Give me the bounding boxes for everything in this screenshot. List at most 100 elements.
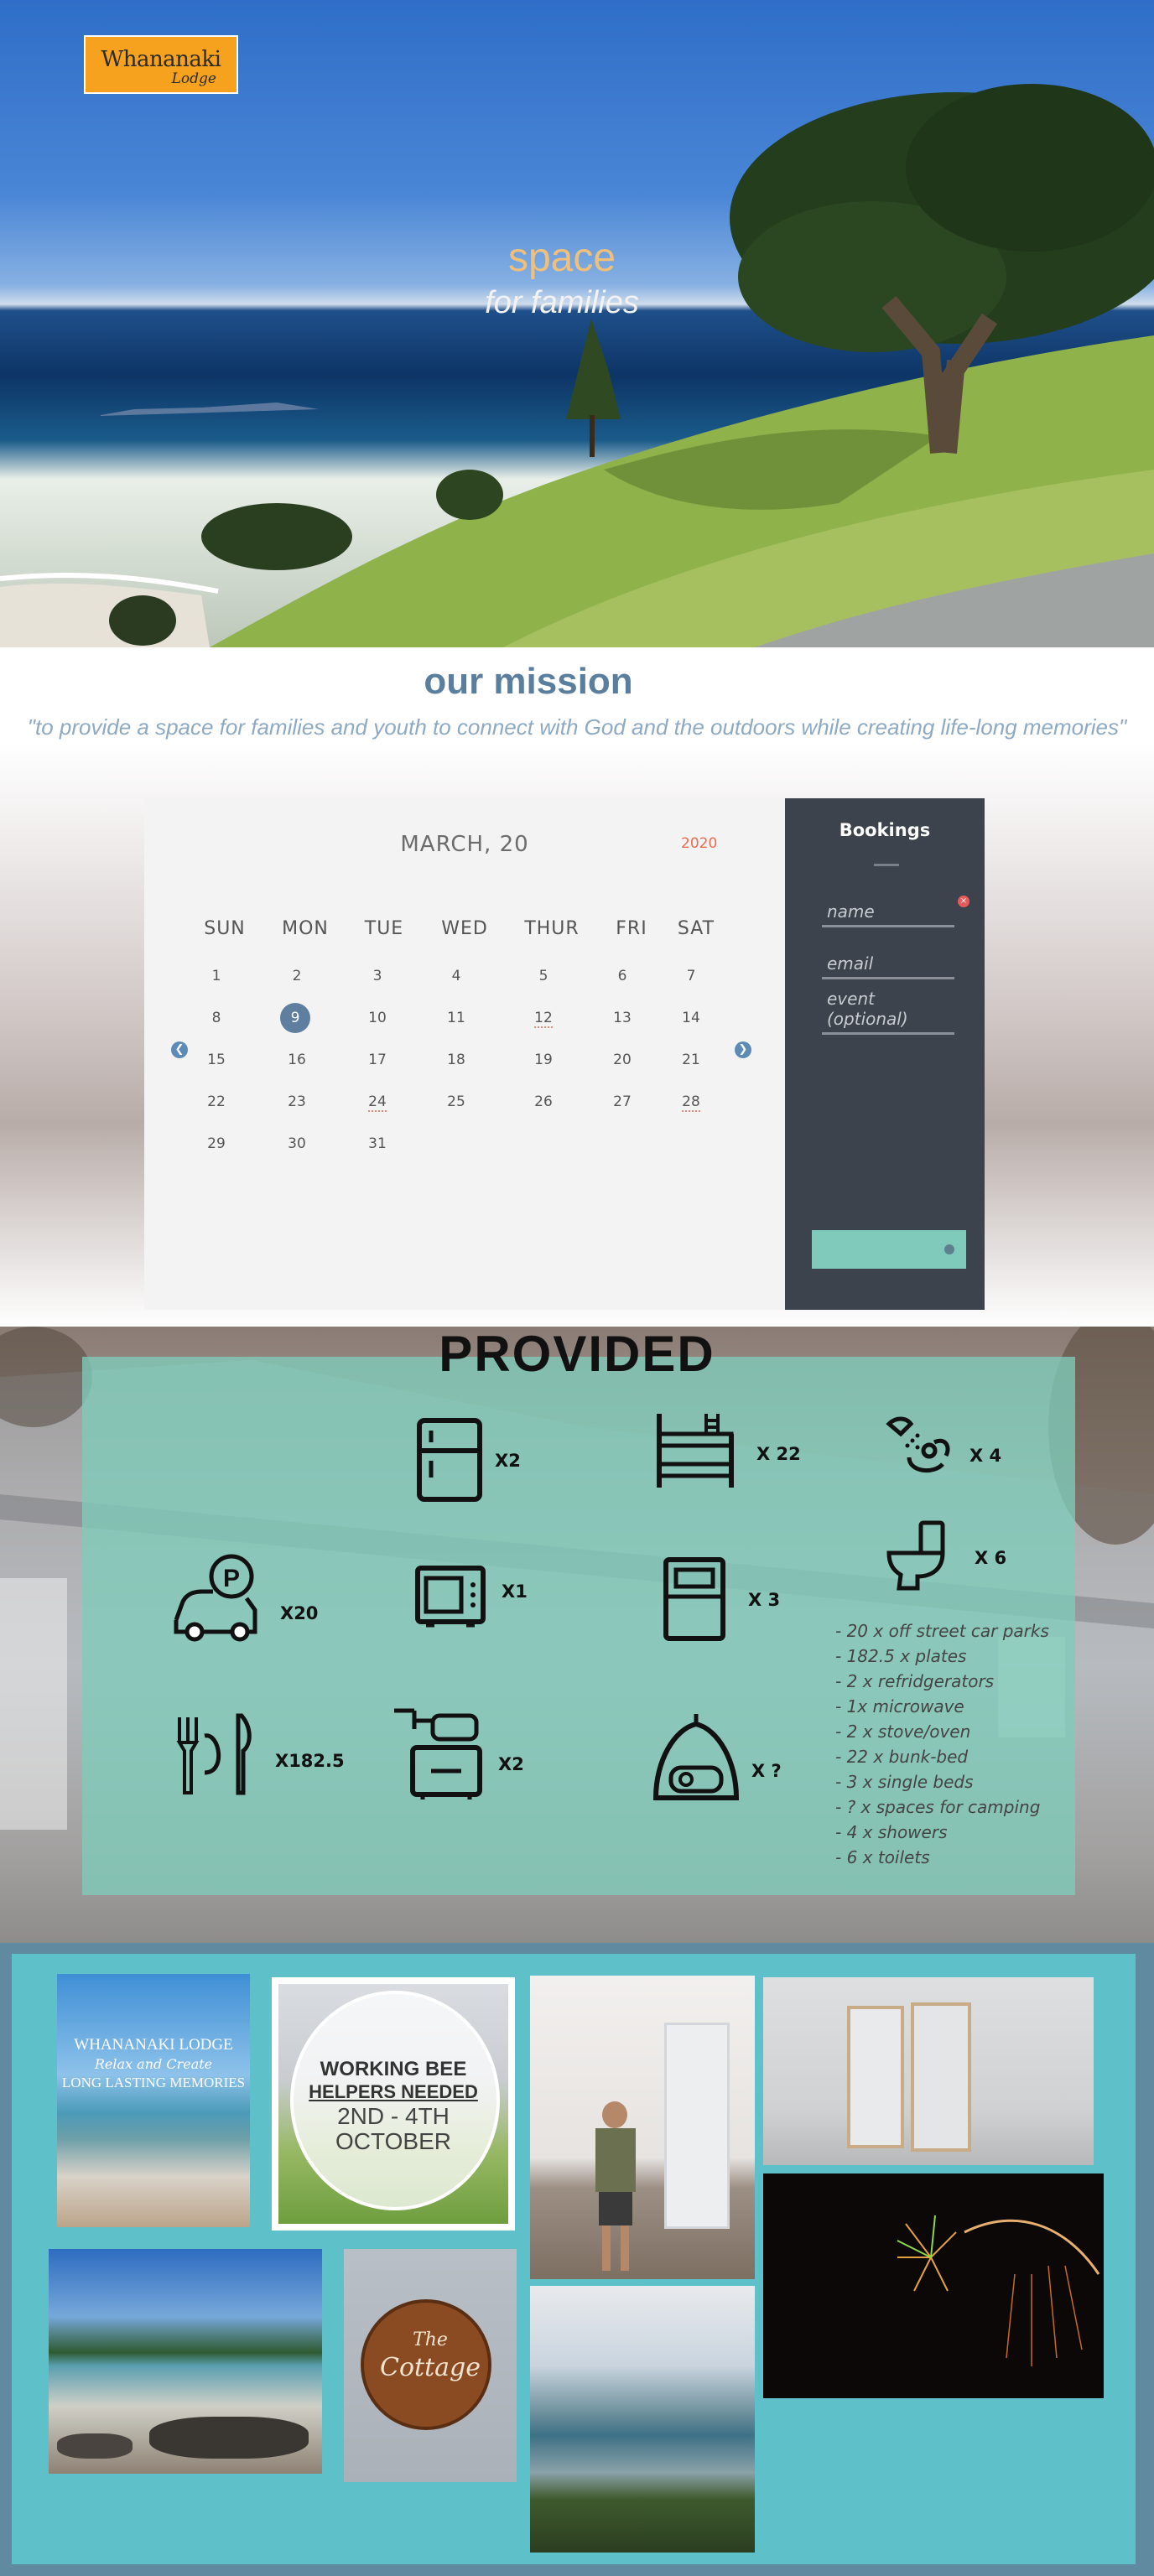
gallery-photo-working-bee[interactable]: WORKING BEE HELPERS NEEDED 2ND - 4TH OCT… xyxy=(272,1977,515,2231)
hero-tagline-sub: for families xyxy=(485,285,639,320)
calendar-day[interactable]: 4 xyxy=(439,961,473,991)
amenity-list-item: - 22 x bunk-bed xyxy=(835,1747,969,1767)
calendar-day[interactable]: 22 xyxy=(200,1087,233,1117)
calendar-day[interactable]: 24 xyxy=(361,1087,394,1117)
weekday-sat: SAT xyxy=(677,918,715,939)
chevron-left-icon[interactable]: ❮ xyxy=(171,1041,188,1058)
gallery-photo-coastal-view[interactable] xyxy=(530,2286,755,2553)
plate-cutlery-icon xyxy=(176,1713,252,1795)
calendar-day-number: 10 xyxy=(368,1010,387,1026)
calendar-day[interactable]: 3 xyxy=(361,961,394,991)
microwave-count: X1 xyxy=(502,1581,528,1602)
plates-count: X182.5 xyxy=(275,1751,345,1771)
calendar-day-number: 14 xyxy=(682,1010,700,1026)
bookings-divider xyxy=(874,864,899,866)
calendar-day[interactable]: 10 xyxy=(361,1003,394,1033)
calendar-day-number: 4 xyxy=(451,968,461,984)
calendar-year-label[interactable]: 2020 xyxy=(681,835,717,852)
calendar-day[interactable]: 11 xyxy=(439,1003,473,1033)
gallery-photo-cottage-sign[interactable]: The Cottage xyxy=(344,2249,517,2482)
calendar-day[interactable]: 18 xyxy=(439,1045,473,1075)
calendar-day-number: 20 xyxy=(613,1052,632,1068)
calendar-day[interactable]: 14 xyxy=(674,1003,708,1033)
calendar-day[interactable]: 12 xyxy=(527,1003,560,1033)
photo2-line1: WORKING BEE xyxy=(320,2058,467,2080)
microwave-icon xyxy=(415,1566,486,1628)
calendar-day[interactable]: 8 xyxy=(200,1003,233,1033)
calendar-day-number: 13 xyxy=(613,1010,632,1026)
calendar-day[interactable]: 27 xyxy=(606,1087,639,1117)
email-field[interactable]: email xyxy=(822,949,954,979)
bunk-bed-count: X 22 xyxy=(756,1444,801,1464)
calendar-day-number: 6 xyxy=(617,968,627,984)
single-bed-count: X 3 xyxy=(748,1590,781,1610)
photo2-line4: OCTOBER xyxy=(335,2128,451,2154)
gallery-photo-renovation-man[interactable] xyxy=(530,1976,755,2279)
calendar-day-number: 3 xyxy=(372,968,382,984)
calendar-day[interactable]: 19 xyxy=(527,1045,560,1075)
hero-banner: Whananaki Lodge space for families xyxy=(0,0,1154,647)
weekday-sun: SUN xyxy=(204,918,246,939)
hero-landscape-image xyxy=(0,84,1154,647)
calendar-day-number: 15 xyxy=(207,1052,226,1068)
calendar-day[interactable]: 26 xyxy=(527,1087,560,1117)
bunk-bed-icon xyxy=(657,1414,734,1488)
parking-count: X20 xyxy=(280,1603,319,1623)
calendar-day-selected[interactable]: 9 xyxy=(280,1003,310,1033)
shower-icon xyxy=(886,1416,950,1472)
photo2-line2: HELPERS NEEDED xyxy=(309,2081,478,2102)
calendar-day[interactable]: 23 xyxy=(280,1087,314,1117)
amenity-list-item: - 20 x off street car parks xyxy=(835,1621,1049,1641)
calendar-day-number: 11 xyxy=(447,1010,465,1026)
event-field[interactable]: event (optional) xyxy=(822,989,954,1035)
name-placeholder: name xyxy=(827,901,875,922)
calendar-day[interactable]: 16 xyxy=(280,1045,314,1075)
calendar-day[interactable]: 15 xyxy=(200,1045,233,1075)
toilet-icon xyxy=(886,1520,945,1591)
close-icon[interactable]: × xyxy=(958,896,969,907)
calendar-day[interactable]: 2 xyxy=(280,961,314,991)
gallery-photo-beach-memories[interactable]: WHANANAKI LODGE Relax and Create LONG LA… xyxy=(57,1974,250,2227)
calendar-day[interactable]: 7 xyxy=(674,961,708,991)
email-placeholder: email xyxy=(827,953,874,974)
bookings-title: Bookings xyxy=(839,820,931,840)
amenity-list-item: - 1x microwave xyxy=(835,1696,964,1716)
name-field[interactable]: name xyxy=(822,897,954,927)
calendar-day[interactable]: 1 xyxy=(200,961,233,991)
calendar-day[interactable]: 28 xyxy=(674,1087,708,1117)
calendar-day[interactable]: 5 xyxy=(527,961,560,991)
shower-count: X 4 xyxy=(969,1446,1002,1466)
submit-indicator-icon xyxy=(944,1244,954,1254)
photo-gallery: WHANANAKI LODGE Relax and Create LONG LA… xyxy=(12,1954,1136,2564)
gallery-photo-fireworks[interactable] xyxy=(763,2174,1104,2398)
calendar-day-number: 25 xyxy=(447,1093,465,1110)
calendar-day[interactable]: 29 xyxy=(200,1129,233,1159)
amenity-list: - 20 x off street car parks - 182.5 x pla… xyxy=(835,1618,1049,1870)
amenity-list-item: - 3 x single beds xyxy=(835,1772,974,1792)
calendar-day-number: 23 xyxy=(288,1093,306,1110)
weekday-wed: WED xyxy=(441,918,488,939)
gallery-photo-beach-rocks[interactable] xyxy=(49,2249,322,2474)
amenity-list-item: - 6 x toilets xyxy=(835,1847,930,1867)
event-placeholder: event (optional) xyxy=(827,989,908,1029)
calendar-day-number: 22 xyxy=(207,1093,226,1110)
calendar-day[interactable]: 25 xyxy=(439,1087,473,1117)
photo1-line2: Relax and Create xyxy=(94,2056,213,2072)
chevron-right-icon[interactable]: ❯ xyxy=(735,1041,751,1058)
svg-text:P: P xyxy=(223,1565,240,1592)
stove-count: X2 xyxy=(498,1754,524,1774)
calendar-day-number: 17 xyxy=(368,1052,387,1068)
calendar-day[interactable]: 20 xyxy=(606,1045,639,1075)
calendar-day[interactable]: 13 xyxy=(606,1003,639,1033)
amenity-list-item: - 2 x refridgerators xyxy=(835,1671,995,1691)
gallery-photo-empty-room[interactable] xyxy=(763,1977,1094,2165)
calendar-day[interactable]: 6 xyxy=(606,961,639,991)
calendar-day[interactable]: 17 xyxy=(361,1045,394,1075)
calendar-day[interactable]: 21 xyxy=(674,1045,708,1075)
calendar-day[interactable]: 31 xyxy=(361,1129,394,1159)
whananaki-lodge-logo[interactable]: Whananaki Lodge xyxy=(84,35,238,94)
submit-booking-button[interactable] xyxy=(812,1230,966,1269)
calendar-day-number: 28 xyxy=(682,1093,700,1112)
calendar-day[interactable]: 30 xyxy=(280,1129,314,1159)
calendar-day-number: 8 xyxy=(211,1010,221,1026)
